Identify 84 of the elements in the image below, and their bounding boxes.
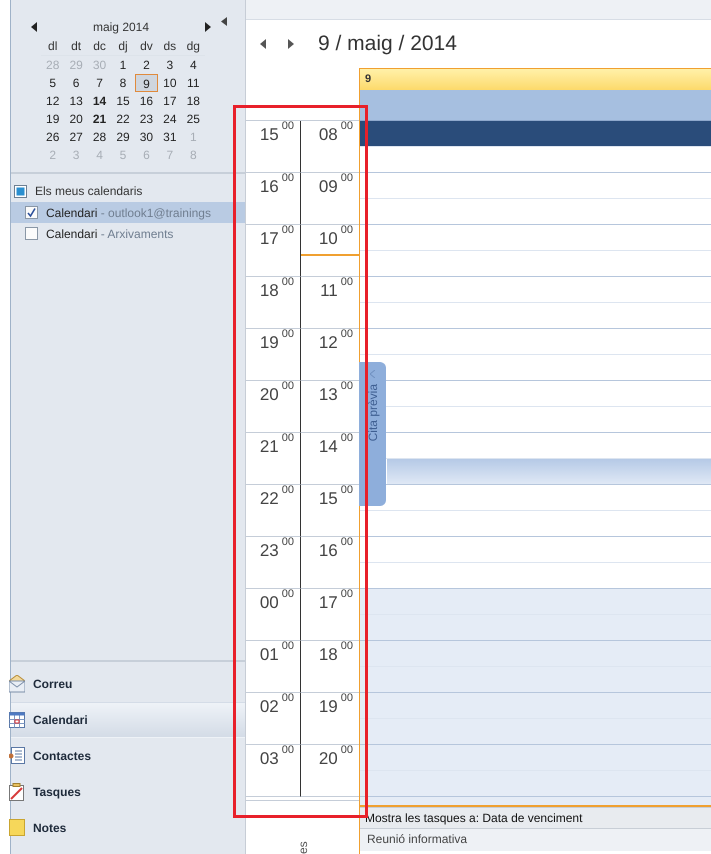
calendar-day[interactable]: 30 xyxy=(134,128,158,146)
calendar-name: Calendari xyxy=(46,206,98,220)
calendar-day[interactable]: 3 xyxy=(158,56,182,74)
calendar-item[interactable]: Calendari - outlook1@trainings xyxy=(11,202,245,223)
calendar-day[interactable]: 29 xyxy=(111,128,135,146)
side-tab-label: Cita prèvia xyxy=(364,384,380,442)
task-item[interactable]: Reunió informativa xyxy=(360,829,711,851)
nav-label: Notes xyxy=(33,820,66,836)
calendar-day[interactable]: 6 xyxy=(64,74,88,92)
weekday-label: dl xyxy=(41,37,64,56)
nav-item[interactable]: Tasques xyxy=(11,774,245,810)
calendar-day[interactable]: 1 xyxy=(111,56,135,74)
calendar-detail: - outlook1@trainings xyxy=(100,206,211,220)
time-slot[interactable] xyxy=(360,641,711,667)
time-slot[interactable] xyxy=(360,745,711,771)
calendar-day[interactable]: 28 xyxy=(88,128,112,146)
calendar-day[interactable]: 13 xyxy=(64,92,88,110)
calendar-day[interactable]: 10 xyxy=(158,74,182,92)
calendar-day[interactable]: 16 xyxy=(134,92,158,110)
nav-label: Correu xyxy=(33,676,72,692)
calendar-day[interactable]: 23 xyxy=(134,110,158,128)
contact-card-icon xyxy=(9,746,25,764)
time-slot[interactable] xyxy=(360,589,711,615)
calendar-day[interactable]: 2 xyxy=(134,56,158,74)
calendar-day[interactable]: 5 xyxy=(41,74,64,92)
calendar-day[interactable]: 21 xyxy=(88,110,112,128)
day-header[interactable]: 9 xyxy=(360,68,711,90)
weekday-label: dt xyxy=(64,37,88,56)
nav-item[interactable]: Correu xyxy=(11,666,245,702)
nav-label: Contactes xyxy=(33,748,92,764)
time-slot[interactable] xyxy=(360,719,711,745)
time-slot[interactable] xyxy=(360,615,711,641)
weekday-label: dv xyxy=(134,37,158,56)
time-slot[interactable] xyxy=(360,667,711,693)
nav-item[interactable]: Notes xyxy=(11,810,245,846)
group-title: Els meus calendaris xyxy=(35,183,142,200)
selected-time-slot[interactable] xyxy=(360,121,711,147)
nav-label: Tasques xyxy=(33,784,81,800)
calendar-day[interactable]: 17 xyxy=(158,92,182,110)
calendar-day[interactable]: 26 xyxy=(41,128,64,146)
checkbox[interactable] xyxy=(25,206,38,219)
weekday-label: ds xyxy=(158,37,182,56)
time-slot[interactable] xyxy=(360,693,711,719)
nav-item[interactable]: Contactes xyxy=(11,738,245,774)
collapse-icon[interactable] xyxy=(221,17,227,26)
checkbox[interactable] xyxy=(25,227,38,240)
calendar-icon xyxy=(9,711,25,729)
calendar-day[interactable]: 18 xyxy=(182,92,205,110)
calendar-day[interactable]: 27 xyxy=(64,128,88,146)
calendar-item[interactable]: Calendari - Arxivaments xyxy=(11,223,245,244)
nav-label: Calendari xyxy=(33,712,88,729)
time-slot[interactable] xyxy=(360,771,711,797)
calendar-day[interactable]: 12 xyxy=(41,92,64,110)
calendar-day[interactable]: 25 xyxy=(182,110,205,128)
weekday-label: dc xyxy=(88,37,112,56)
calendar-day[interactable]: 14 xyxy=(88,92,112,110)
calendar-detail: - Arxivaments xyxy=(100,226,174,240)
appointment-bar[interactable] xyxy=(387,459,711,485)
previous-month-icon[interactable] xyxy=(31,22,37,32)
group-checkbox-icon[interactable] xyxy=(14,184,27,198)
next-day-icon[interactable] xyxy=(288,39,294,49)
nav-item[interactable]: Calendari xyxy=(11,702,245,738)
calendar-day[interactable]: 9 xyxy=(134,74,158,92)
calendar-day[interactable]: 22 xyxy=(111,110,135,128)
note-icon xyxy=(9,818,25,836)
chevron-icon[interactable] xyxy=(370,370,375,378)
calendar-day[interactable]: 19 xyxy=(41,110,64,128)
calendar-name: Calendari xyxy=(46,226,98,240)
weekday-label: dg xyxy=(182,37,205,56)
clipboard-icon xyxy=(9,782,25,800)
calendar-day[interactable]: 24 xyxy=(158,110,182,128)
calendar-day[interactable]: 31 xyxy=(158,128,182,146)
calendar-day[interactable]: 8 xyxy=(111,74,135,92)
weekday-label: dj xyxy=(111,37,135,56)
month-title: maig 2014 xyxy=(92,19,150,36)
calendar-day[interactable]: 4 xyxy=(182,56,205,74)
date-title: 9 / maig / 2014 xyxy=(318,31,457,58)
calendar-day[interactable]: 11 xyxy=(182,74,205,92)
calendar-day[interactable]: 7 xyxy=(88,74,112,92)
calendar-day[interactable]: 15 xyxy=(111,92,135,110)
vertical-label: es xyxy=(296,840,308,854)
previous-day-icon[interactable] xyxy=(260,39,266,49)
next-month-icon[interactable] xyxy=(205,22,211,32)
calendar-day[interactable]: 20 xyxy=(64,110,88,128)
